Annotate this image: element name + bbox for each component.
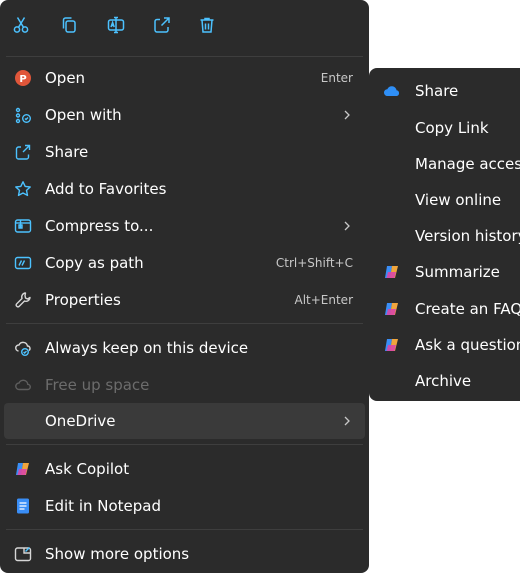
svg-text:P: P	[19, 74, 26, 85]
submenu-item-label: Summarize	[415, 263, 500, 281]
chevron-right-icon	[344, 110, 350, 120]
copilot-icon	[14, 460, 32, 478]
menu-item-properties[interactable]: Properties Alt+Enter	[4, 282, 365, 318]
wrench-icon	[14, 291, 32, 309]
shortcut-text: Enter	[320, 71, 353, 85]
cut-button[interactable]	[8, 14, 34, 40]
trash-icon	[197, 15, 217, 39]
menu-item-label: Open with	[45, 106, 122, 124]
copilot-icon	[383, 263, 401, 281]
show-more-options-icon	[14, 545, 32, 563]
submenu-item-archive[interactable]: Archive	[373, 363, 520, 399]
shortcut-text: Ctrl+Shift+C	[275, 256, 353, 270]
menu-item-label: Add to Favorites	[45, 180, 167, 198]
menu-item-label: Open	[45, 69, 86, 87]
menu-item-compress-to[interactable]: Compress to...	[4, 208, 365, 244]
submenu-item-label: View online	[415, 191, 502, 209]
share-toolbar-button[interactable]	[149, 14, 175, 40]
cloud-sync-icon	[14, 339, 32, 357]
cloud-icon	[14, 376, 32, 394]
submenu-item-share[interactable]: Share	[373, 73, 520, 109]
shortcut-text: Alt+Enter	[294, 293, 353, 307]
menu-item-label: OneDrive	[45, 412, 116, 430]
screenshot-stage: P Open Enter Open with Share Add to Favo…	[0, 0, 520, 573]
submenu-item-label: Ask a question	[415, 336, 520, 354]
chevron-right-icon	[344, 221, 350, 231]
submenu-item-label: Share	[415, 82, 459, 100]
separator	[6, 323, 363, 324]
submenu-item-copy-link[interactable]: Copy Link	[373, 110, 520, 146]
share-icon	[14, 143, 32, 161]
menu-item-onedrive[interactable]: OneDrive	[4, 403, 365, 439]
copilot-icon	[383, 300, 401, 318]
menu-item-copy-as-path[interactable]: Copy as path Ctrl+Shift+C	[4, 245, 365, 281]
star-icon	[14, 180, 32, 198]
onedrive-submenu: Share Copy Link Manage access View onlin…	[369, 68, 520, 401]
menu-item-label: Show more options	[45, 545, 190, 563]
menu-item-label: Compress to...	[45, 217, 154, 235]
submenu-item-create-an-faq[interactable]: Create an FAQ	[373, 291, 520, 327]
open-with-icon	[14, 106, 32, 124]
copy-icon	[59, 15, 79, 39]
submenu-item-label: Version history	[415, 227, 520, 245]
separator	[6, 444, 363, 445]
context-menu-toolbar	[0, 0, 369, 56]
submenu-item-label: Create an FAQ	[415, 300, 520, 318]
menu-item-label: Properties	[45, 291, 121, 309]
menu-item-free-up-space: Free up space	[4, 367, 365, 403]
rename-icon	[106, 15, 126, 39]
share-icon	[152, 15, 172, 39]
delete-button[interactable]	[194, 14, 220, 40]
submenu-item-view-online[interactable]: View online	[373, 182, 520, 218]
menu-item-open-with[interactable]: Open with	[4, 97, 365, 133]
menu-item-ask-copilot[interactable]: Ask Copilot	[4, 451, 365, 487]
menu-item-always-keep-on-device[interactable]: Always keep on this device	[4, 330, 365, 366]
submenu-item-version-history[interactable]: Version history	[373, 218, 520, 254]
menu-item-open[interactable]: P Open Enter	[4, 60, 365, 96]
separator	[6, 56, 363, 57]
submenu-item-manage-access[interactable]: Manage access	[373, 146, 520, 182]
submenu-item-ask-a-question[interactable]: Ask a question	[373, 327, 520, 363]
menu-item-show-more-options[interactable]: Show more options	[4, 536, 365, 572]
menu-item-label: Edit in Notepad	[45, 497, 162, 515]
separator	[6, 529, 363, 530]
copy-path-icon	[14, 254, 32, 272]
chevron-right-icon	[344, 416, 350, 426]
menu-item-label: Ask Copilot	[45, 460, 130, 478]
submenu-item-summarize[interactable]: Summarize	[373, 254, 520, 290]
notepad-icon	[14, 497, 32, 515]
submenu-item-label: Copy Link	[415, 119, 489, 137]
onedrive-cloud-icon	[383, 82, 401, 100]
copilot-icon	[383, 336, 401, 354]
copy-button[interactable]	[56, 14, 82, 40]
zip-folder-icon	[14, 217, 32, 235]
menu-item-label: Free up space	[45, 376, 150, 394]
submenu-item-label: Manage access	[415, 155, 520, 173]
powerpoint-icon: P	[14, 69, 32, 87]
submenu-item-label: Archive	[415, 372, 472, 390]
menu-item-label: Always keep on this device	[45, 339, 249, 357]
context-menu: P Open Enter Open with Share Add to Favo…	[0, 0, 369, 573]
rename-button[interactable]	[103, 14, 129, 40]
menu-item-label: Copy as path	[45, 254, 144, 272]
menu-item-edit-in-notepad[interactable]: Edit in Notepad	[4, 488, 365, 524]
menu-item-label: Share	[45, 143, 89, 161]
menu-item-share[interactable]: Share	[4, 134, 365, 170]
menu-item-add-to-favorites[interactable]: Add to Favorites	[4, 171, 365, 207]
scissors-icon	[11, 15, 31, 39]
